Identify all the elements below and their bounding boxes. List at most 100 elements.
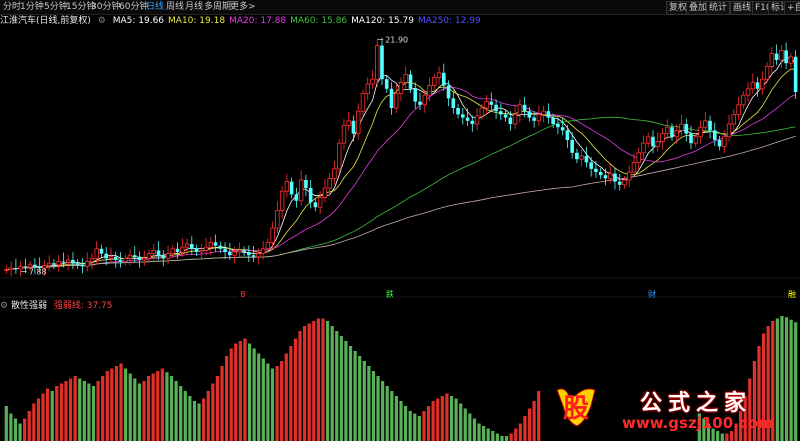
candle-body[interactable] xyxy=(418,101,422,105)
candle-body[interactable] xyxy=(203,246,209,251)
candle-body[interactable] xyxy=(679,123,684,131)
candle-body[interactable] xyxy=(199,249,204,253)
period-tab-1[interactable]: 1分钟 xyxy=(20,1,44,13)
candle-body[interactable] xyxy=(560,127,565,131)
candle-body[interactable] xyxy=(256,253,261,258)
candle-body[interactable] xyxy=(322,187,328,198)
candle-body[interactable] xyxy=(736,104,741,115)
candle-body[interactable] xyxy=(607,173,613,179)
candle-body[interactable] xyxy=(18,265,23,270)
candle-body[interactable] xyxy=(674,130,679,138)
candle-body[interactable] xyxy=(565,130,570,140)
candle-body[interactable] xyxy=(613,173,617,182)
candle-body[interactable] xyxy=(403,74,408,83)
period-tab-2[interactable]: 5分钟 xyxy=(44,1,68,13)
candle-body[interactable] xyxy=(589,162,593,169)
candle-body[interactable] xyxy=(123,257,128,262)
candle-body[interactable] xyxy=(422,94,427,106)
candle-body[interactable] xyxy=(360,93,366,112)
candle-body[interactable] xyxy=(731,114,737,125)
candle-body[interactable] xyxy=(146,253,152,259)
candle-body[interactable] xyxy=(546,111,551,118)
candle-body[interactable] xyxy=(132,255,137,257)
candle-body[interactable] xyxy=(636,152,641,163)
candle-body[interactable] xyxy=(313,202,318,208)
candle-body[interactable] xyxy=(33,264,37,267)
candle-body[interactable] xyxy=(760,78,765,90)
candle-body[interactable] xyxy=(522,104,527,112)
candle-body[interactable] xyxy=(298,179,304,202)
candle-body[interactable] xyxy=(627,171,632,181)
candle-body[interactable] xyxy=(451,98,456,108)
period-tab-9[interactable]: 多周期 xyxy=(204,1,231,13)
candle-body[interactable] xyxy=(603,175,608,179)
candle-body[interactable] xyxy=(556,124,560,128)
candle-body[interactable] xyxy=(247,252,251,256)
candle-body[interactable] xyxy=(341,125,347,144)
candle-body[interactable] xyxy=(84,261,90,267)
candle-body[interactable] xyxy=(536,114,542,122)
candle-body[interactable] xyxy=(71,260,75,264)
candle-body[interactable] xyxy=(461,114,465,118)
candle-body[interactable] xyxy=(575,152,579,160)
candle-body[interactable] xyxy=(665,126,670,134)
price-chart[interactable]: 21.90 7.88 B 跌 财 融 xyxy=(0,28,800,298)
candle-body[interactable] xyxy=(213,242,218,246)
candle-body[interactable] xyxy=(541,110,546,115)
candle-body[interactable] xyxy=(142,257,147,261)
candle-body[interactable] xyxy=(189,244,194,249)
candle-body[interactable] xyxy=(446,85,451,99)
candle-body[interactable] xyxy=(494,104,498,112)
candle-body[interactable] xyxy=(251,255,256,257)
candle-body[interactable] xyxy=(137,256,142,260)
candle-body[interactable] xyxy=(4,269,9,272)
candle-body[interactable] xyxy=(260,248,266,255)
candle-body[interactable] xyxy=(65,259,71,263)
candle-body[interactable] xyxy=(689,133,693,144)
candle-body[interactable] xyxy=(118,260,123,262)
candle-body[interactable] xyxy=(275,209,280,229)
settings-icon[interactable]: ⚙ xyxy=(98,16,106,26)
candle-body[interactable] xyxy=(265,241,271,250)
candle-body[interactable] xyxy=(289,181,294,195)
candle-body[interactable] xyxy=(793,56,798,92)
candle-body[interactable] xyxy=(304,180,308,188)
candle-body[interactable] xyxy=(413,88,418,102)
candle-body[interactable] xyxy=(332,168,337,179)
event-marker[interactable]: 跌 xyxy=(386,289,394,298)
candle-body[interactable] xyxy=(655,141,660,147)
candle-body[interactable] xyxy=(113,256,118,260)
candle-body[interactable] xyxy=(356,110,361,134)
candle-body[interactable] xyxy=(184,243,190,248)
candle-body[interactable] xyxy=(651,136,655,147)
candle-body[interactable] xyxy=(712,130,717,140)
candle-body[interactable] xyxy=(346,120,351,127)
candle-body[interactable] xyxy=(151,249,156,254)
candle-body[interactable] xyxy=(61,261,66,263)
candle-body[interactable] xyxy=(470,120,475,124)
candle-body[interactable] xyxy=(474,115,480,125)
candle-body[interactable] xyxy=(622,179,627,186)
candle-body[interactable] xyxy=(769,53,775,67)
candle-body[interactable] xyxy=(755,82,760,89)
candle-body[interactable] xyxy=(670,127,674,137)
candle-body[interactable] xyxy=(660,133,665,142)
event-marker[interactable]: 财 xyxy=(648,289,656,298)
candle-body[interactable] xyxy=(764,66,770,80)
candle-body[interactable] xyxy=(527,111,532,118)
event-marker[interactable]: 融 xyxy=(788,289,796,298)
candle-body[interactable] xyxy=(532,117,536,121)
candle-body[interactable] xyxy=(432,77,437,86)
candle-body[interactable] xyxy=(336,142,342,170)
candle-body[interactable] xyxy=(308,188,313,203)
candle-body[interactable] xyxy=(750,82,756,90)
candle-body[interactable] xyxy=(517,104,523,115)
candle-body[interactable] xyxy=(351,120,356,134)
candle-body[interactable] xyxy=(484,101,489,109)
candle-body[interactable] xyxy=(56,261,61,266)
candle-body[interactable] xyxy=(722,136,727,147)
candle-body[interactable] xyxy=(127,254,133,259)
candle-body[interactable] xyxy=(693,136,698,144)
candle-body[interactable] xyxy=(394,93,399,109)
candle-body[interactable] xyxy=(294,194,299,201)
